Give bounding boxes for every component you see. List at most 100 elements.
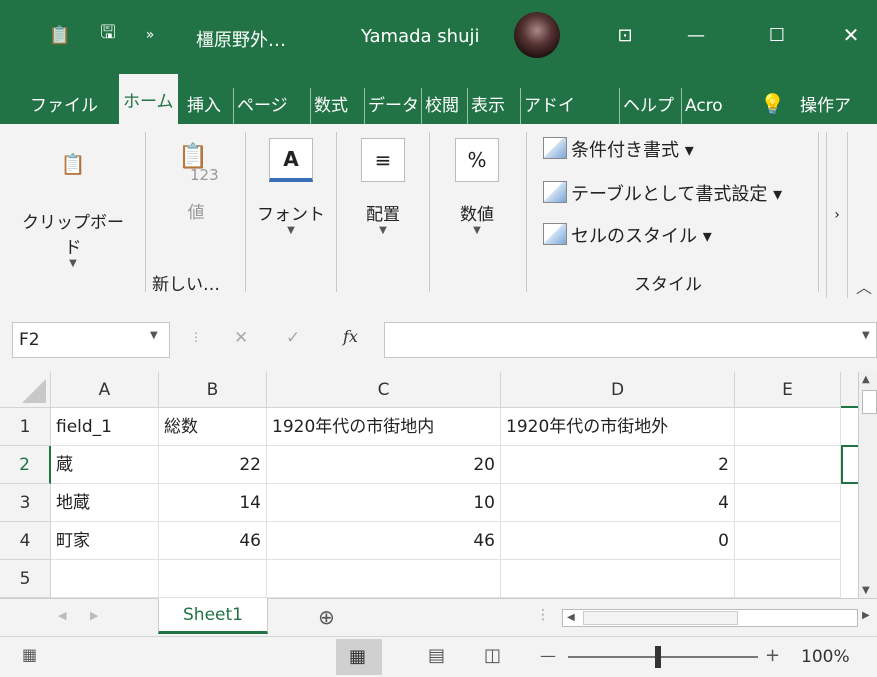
row-header-1[interactable]: 1 xyxy=(0,408,51,446)
alignment-button[interactable]: ≡ 配置 ▼ xyxy=(346,138,420,236)
ribbon-display-options-icon[interactable]: ⊡ xyxy=(612,22,638,48)
cell-e2[interactable] xyxy=(735,446,841,484)
chevron-down-icon[interactable]: ▼ xyxy=(862,330,870,341)
tab-view[interactable]: 表示 xyxy=(467,88,505,124)
quick-access-more-icon[interactable]: » xyxy=(137,22,163,48)
page-layout-icon[interactable]: ▤ xyxy=(428,645,445,666)
cell-b1[interactable]: 総数 xyxy=(159,408,267,446)
column-header-b[interactable]: B xyxy=(159,372,267,408)
cell-d5[interactable] xyxy=(501,560,735,598)
font-button[interactable]: A フォント ▼ xyxy=(254,138,328,236)
name-box[interactable]: F2 xyxy=(12,322,170,358)
cell-b4[interactable]: 46 xyxy=(159,522,267,560)
user-avatar[interactable] xyxy=(514,12,560,58)
zoom-in-button[interactable]: + xyxy=(765,645,780,666)
cell-c4[interactable]: 46 xyxy=(267,522,501,560)
number-format-button[interactable]: % 数値 ▼ xyxy=(440,138,514,236)
scroll-left-icon[interactable]: ◀ xyxy=(58,609,66,622)
scroll-thumb[interactable] xyxy=(862,390,877,414)
select-all-corner[interactable] xyxy=(0,372,51,408)
save-icon[interactable]: 🖫 xyxy=(95,22,121,48)
cell-a1[interactable]: field_1 xyxy=(51,408,159,446)
autosave-clipboard-icon[interactable]: 📋 xyxy=(47,22,73,48)
normal-view-button[interactable]: ▦ xyxy=(336,639,382,675)
lightbulb-icon[interactable]: 💡 xyxy=(760,86,785,122)
h-scroll-thumb[interactable] xyxy=(583,611,738,625)
group-label-new: 新しい… xyxy=(152,275,220,295)
row-header-4[interactable]: 4 xyxy=(0,522,51,560)
cell-e4[interactable] xyxy=(735,522,841,560)
column-header-c[interactable]: C xyxy=(267,372,501,408)
tab-insert[interactable]: 挿入 xyxy=(187,88,221,124)
conditional-formatting-button[interactable]: 条件付き書式 ▾ xyxy=(543,136,694,162)
cell-a5[interactable] xyxy=(51,560,159,598)
ribbon-more-button[interactable]: › xyxy=(826,132,848,298)
tab-file[interactable]: ファイル xyxy=(30,88,98,124)
row-header-2[interactable]: 2 xyxy=(0,446,51,484)
cancel-icon[interactable]: ✕ xyxy=(234,328,248,348)
insert-function-icon[interactable]: fx xyxy=(343,327,358,346)
column-header-f[interactable] xyxy=(841,372,858,408)
row-header-3[interactable]: 3 xyxy=(0,484,51,522)
maximize-icon[interactable]: ☐ xyxy=(764,22,790,48)
scroll-right-icon[interactable]: ▶ xyxy=(862,610,870,621)
tab-help[interactable]: ヘルプ xyxy=(619,88,674,124)
scroll-left-icon[interactable]: ◀ xyxy=(567,610,575,626)
tab-acrobat[interactable]: Acro xyxy=(681,88,723,124)
cell-c5[interactable] xyxy=(267,560,501,598)
cell-styles-button[interactable]: セルのスタイル ▾ xyxy=(543,222,712,248)
formula-input[interactable] xyxy=(384,322,877,358)
tab-split-grip[interactable]: ⋮ xyxy=(536,607,550,623)
cell-d1[interactable]: 1920年代の市街地外 xyxy=(501,408,735,446)
zoom-out-button[interactable]: — xyxy=(540,646,556,665)
column-header-a[interactable]: A xyxy=(51,372,159,408)
tab-page-layout[interactable]: ページ xyxy=(233,88,288,124)
sheet-tab-sheet1[interactable]: Sheet1 xyxy=(158,598,268,634)
collapse-ribbon-icon[interactable]: ︿ xyxy=(856,274,872,298)
cell-c1[interactable]: 1920年代の市街地内 xyxy=(267,408,501,446)
chevron-down-icon[interactable]: ▼ xyxy=(150,330,158,341)
cell-b3[interactable]: 14 xyxy=(159,484,267,522)
row-header-5[interactable]: 5 xyxy=(0,560,51,598)
scroll-right-icon[interactable]: ▶ xyxy=(90,609,98,622)
macro-record-icon[interactable]: ▦ xyxy=(22,645,37,664)
cell-e3[interactable] xyxy=(735,484,841,522)
tab-formulas[interactable]: 数式 xyxy=(310,88,348,124)
horizontal-scrollbar[interactable]: ◀ xyxy=(562,609,858,627)
cell-c3[interactable]: 10 xyxy=(267,484,501,522)
zoom-slider[interactable] xyxy=(568,656,758,658)
tab-home[interactable]: ホーム xyxy=(119,74,178,124)
tab-review[interactable]: 校閲 xyxy=(421,88,459,124)
zoom-slider-handle[interactable] xyxy=(655,646,661,668)
cell-d3[interactable]: 4 xyxy=(501,484,735,522)
close-icon[interactable]: ✕ xyxy=(838,22,864,48)
zoom-level[interactable]: 100% xyxy=(801,647,850,667)
paste-values-button[interactable]: 📋 123 値 xyxy=(160,142,232,223)
cell-d2[interactable]: 2 xyxy=(501,446,735,484)
vertical-scrollbar[interactable]: ▲ ▼ xyxy=(858,372,877,598)
cell-b5[interactable] xyxy=(159,560,267,598)
column-header-e[interactable]: E xyxy=(735,372,841,408)
tab-tell-me[interactable]: 操作ア xyxy=(800,88,851,124)
cell-a2[interactable]: 蔵 xyxy=(51,446,159,484)
cell-d4[interactable]: 0 xyxy=(501,522,735,560)
cell-e1[interactable] xyxy=(735,408,841,446)
page-break-preview-icon[interactable]: ◫ xyxy=(484,645,501,666)
user-name[interactable]: Yamada shuji xyxy=(361,26,480,47)
enter-icon[interactable]: ✓ xyxy=(286,328,300,348)
cell-b2[interactable]: 22 xyxy=(159,446,267,484)
cell-a3[interactable]: 地蔵 xyxy=(51,484,159,522)
add-sheet-icon[interactable]: ⊕ xyxy=(318,605,335,629)
active-cell-indicator[interactable] xyxy=(841,445,858,484)
cell-a4[interactable]: 町家 xyxy=(51,522,159,560)
cell-e5[interactable] xyxy=(735,560,841,598)
format-as-table-button[interactable]: テーブルとして書式設定 ▾ xyxy=(543,180,782,206)
minimize-icon[interactable]: — xyxy=(683,22,709,48)
clipboard-button[interactable]: 📋 クリップボード ▼ xyxy=(14,142,132,269)
scroll-up-icon[interactable]: ▲ xyxy=(862,374,870,385)
tab-data[interactable]: データ xyxy=(364,88,419,124)
tab-addins[interactable]: アドイ xyxy=(520,88,575,124)
column-header-d[interactable]: D xyxy=(501,372,735,408)
cell-c2[interactable]: 20 xyxy=(267,446,501,484)
scroll-down-icon[interactable]: ▼ xyxy=(862,585,870,596)
